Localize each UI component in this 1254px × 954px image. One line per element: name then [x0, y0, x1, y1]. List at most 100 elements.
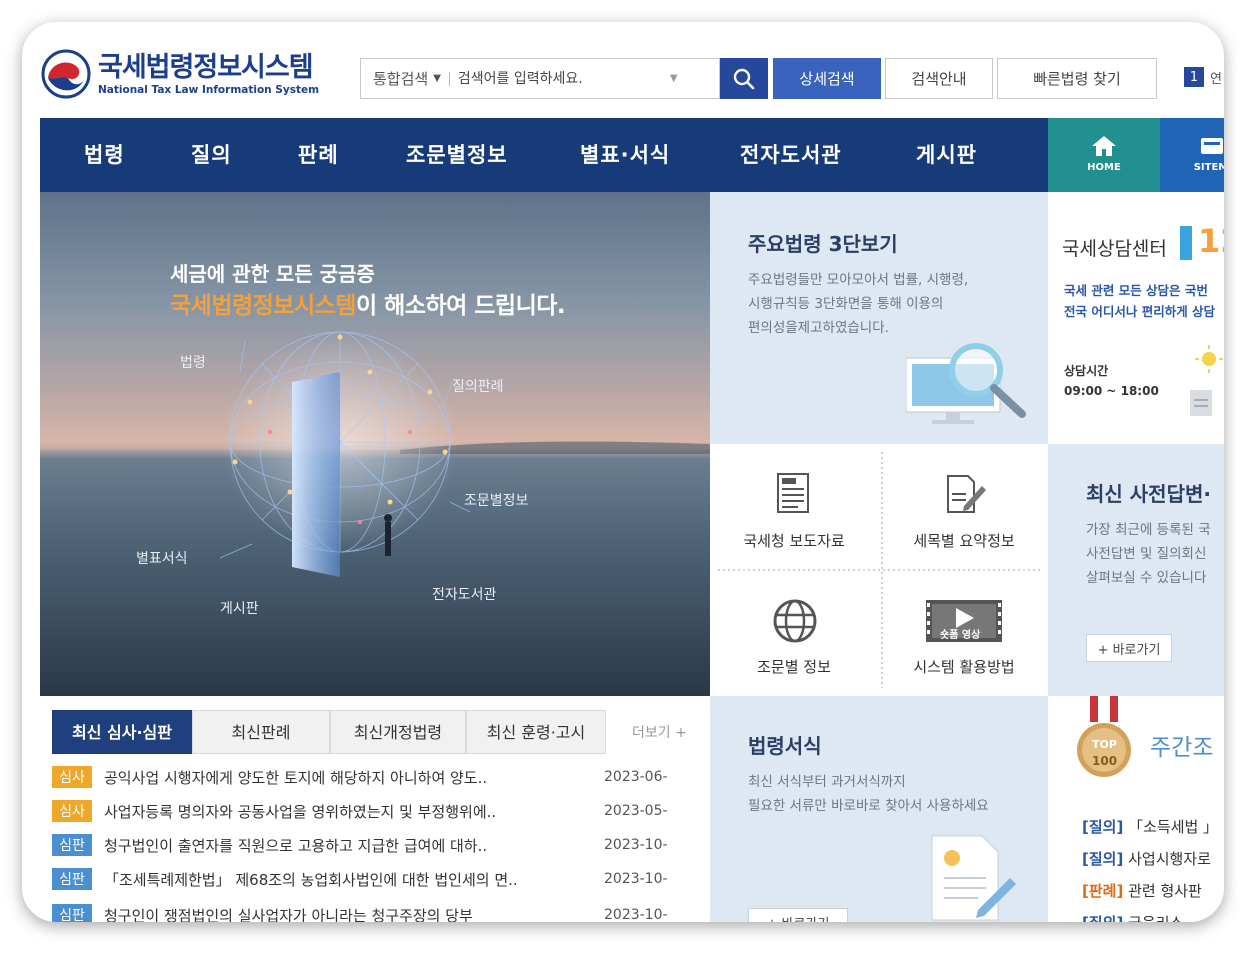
three-step-view-panel[interactable]: 주요법령 3단보기 주요법령들만 모아모아서 법률, 시행령, 시행규칙등 3단…: [710, 192, 1048, 444]
ruling-desc-line: 가장 최근에 등록된 국: [1086, 522, 1211, 538]
news-tabs: 최신 심사·심판 최신판례 최신개정법령 최신 훈령·고시: [52, 710, 606, 754]
category-badge: 심판: [52, 834, 92, 856]
news-title: 공익사업 시행자에게 양도한 토지에 해당하지 아니하여 양도..: [104, 768, 488, 787]
hero-label-article: 조문별정보: [464, 493, 529, 509]
weekly-row[interactable]: [질의] 사업시행자로: [1082, 848, 1211, 869]
weekly-top-panel[interactable]: TOP 100 주간조 [질의] 「소득세법 」 [질의] 사업시행자로 [판례…: [1048, 696, 1224, 922]
nav-item-board[interactable]: 게시판: [916, 118, 977, 192]
tab-latest-review[interactable]: 최신 심사·심판: [52, 710, 192, 754]
tax-counsel-panel[interactable]: 국세상담센터 12 국세 관련 모든 상담은 국번 전국 어디서나 편리하게 상…: [1048, 192, 1224, 444]
quick-article-info[interactable]: 조문별 정보: [710, 570, 878, 696]
latest-ruling-panel[interactable]: 최신 사전답변· 가장 최근에 등록된 국 사전답변 및 질의회신 살펴보실 수…: [1048, 444, 1224, 696]
promo-desc: 주요법령들만 모아모아서 법률, 시행령, 시행규칙등 3단화면을 통해 이용의…: [748, 268, 968, 340]
ruling-goto-button[interactable]: + 바로가기: [1086, 634, 1172, 662]
nav-item-precedent[interactable]: 판례: [298, 118, 339, 192]
weekly-tag: [질의]: [1082, 818, 1124, 836]
law-forms-panel[interactable]: 법령서식 최신 서식부터 과거서식까지 필요한 서류만 바로바로 찾아서 사용하…: [710, 696, 1048, 922]
hero-label-board: 게시판: [220, 601, 259, 617]
news-row[interactable]: 심판 청구인이 쟁점법인의 실사업자가 아니라는 청구주장의 당부 2023-1…: [52, 898, 692, 922]
quick-label: 세목별 요약정보: [913, 532, 1015, 550]
news-date: 2023-06-: [604, 769, 668, 785]
medal-top-label: TOP: [1092, 738, 1117, 751]
tab-latest-amended-law[interactable]: 최신개정법령: [330, 710, 466, 754]
news-title: 청구법인이 출연자를 직원으로 고용하고 지급한 급여에 대하..: [104, 836, 488, 855]
hero-line2-rest: 이 해소하여 드립니다.: [355, 293, 566, 319]
hero-illustration: [40, 331, 710, 577]
tab-latest-directive[interactable]: 최신 훈령·고시: [466, 710, 606, 754]
promo-title: 주요법령 3단보기: [748, 232, 898, 256]
tab-latest-precedent[interactable]: 최신판례: [192, 710, 330, 754]
news-row[interactable]: 심판 「조세특례제한법」 제68조의 농업회사법인에 대한 법인세의 면.. 2…: [52, 862, 692, 896]
document-edit-icon: [947, 475, 986, 513]
main-nav: 법령 질의 판례 조문별정보 별표·서식 전자도서관 게시판 HOME SITE…: [40, 118, 1224, 192]
nav-item-library[interactable]: 전자도서관: [740, 118, 842, 192]
quick-label: 조문별 정보: [757, 658, 831, 676]
search-box: 통합검색 ▼ ▼: [360, 58, 720, 99]
nav-item-article-info[interactable]: 조문별정보: [406, 118, 508, 192]
forms-title: 법령서식: [748, 734, 822, 758]
home-icon: [1092, 136, 1116, 156]
quick-menu-grid: 국세청 보도자료 세목별 요약정보 조문별 정보 숏폼 영상 시스템 활용방법: [710, 444, 1048, 696]
search-button[interactable]: [720, 58, 768, 99]
quick-law-button[interactable]: 빠른법령 찾기: [997, 58, 1157, 99]
counsel-desc-line: 전국 어디서나 편리하게 상담: [1064, 304, 1216, 319]
chevron-down-icon[interactable]: ▼: [670, 73, 678, 84]
form-document-icon: [931, 835, 1016, 921]
ruling-title: 최신 사전답변·: [1086, 482, 1211, 506]
weekly-tag: [판례]: [1082, 882, 1124, 900]
news-row[interactable]: 심사 사업자등록 명의자와 공동사업을 영위하였는지 및 부정행위에.. 202…: [52, 794, 692, 828]
search-guide-button[interactable]: 검색안내: [885, 58, 993, 99]
weekly-text: 금융리스: [1128, 914, 1183, 922]
monitor-search-icon: [906, 343, 1026, 424]
nav-item-inquiry[interactable]: 질의: [191, 118, 232, 192]
ruling-desc: 가장 최근에 등록된 국 사전답변 및 질의회신 살펴보실 수 있습니다: [1086, 518, 1211, 590]
category-badge: 심판: [52, 904, 92, 922]
short-video-badge: 숏폼 영상: [940, 630, 981, 641]
news-date: 2023-10-: [604, 837, 668, 853]
quick-press-release[interactable]: 국세청 보도자료: [710, 444, 878, 570]
hero-banner[interactable]: 세금에 관한 모든 궁금증 국세법령정보시스템이 해소하여 드립니다. 법령 질…: [40, 192, 710, 696]
hero-line2-highlight: 국세법령정보시스템: [170, 293, 356, 319]
news-title: 청구인이 쟁점법인의 실사업자가 아니라는 청구주장의 당부: [104, 906, 473, 923]
quick-tax-summary[interactable]: 세목별 요약정보: [880, 444, 1048, 570]
search-input[interactable]: [457, 70, 658, 87]
weekly-row[interactable]: [질의] 금융리스: [1082, 912, 1183, 922]
home-label: HOME: [1087, 162, 1121, 173]
news-row[interactable]: 심판 청구법인이 출연자를 직원으로 고용하고 지급한 급여에 대하.. 202…: [52, 828, 692, 862]
browser-frame: 국세법령정보시스템 National Tax Law Information S…: [22, 22, 1224, 922]
weekly-row[interactable]: [판례] 관련 형사판: [1082, 880, 1202, 901]
ruling-desc-line: 사전답변 및 질의회신: [1086, 546, 1207, 562]
newspaper-icon: [777, 473, 809, 513]
sitemap-button[interactable]: SITEM: [1160, 118, 1224, 192]
divider: [448, 71, 450, 86]
nav-item-law[interactable]: 법령: [84, 118, 125, 192]
taegeuk-logo-icon: [41, 49, 91, 99]
hero-label-law: 법령: [180, 355, 206, 371]
forms-desc: 최신 서식부터 과거서식까지 필요한 서류만 바로바로 찾아서 사용하세요: [748, 770, 989, 818]
site-logo[interactable]: 국세법령정보시스템 National Tax Law Information S…: [40, 48, 319, 100]
caret-down-icon: ▼: [433, 73, 441, 84]
sitemap-label: SITEM: [1193, 162, 1224, 173]
nav-item-forms[interactable]: 별표·서식: [580, 118, 670, 192]
counsel-desc: 국세 관련 모든 상담은 국번 전국 어디서나 편리하게 상담: [1064, 280, 1215, 322]
category-badge: 심판: [52, 868, 92, 890]
hero-label-inquiry: 질의판례: [452, 379, 504, 395]
advanced-search-button[interactable]: 상세검색: [773, 58, 881, 99]
hero-line1: 세금에 관한 모든 궁금증: [170, 262, 375, 286]
counsel-number-bar: [1180, 226, 1192, 260]
weekly-row[interactable]: [질의] 「소득세법 」: [1082, 816, 1218, 837]
category-badge: 심사: [52, 800, 92, 822]
weekly-tag: [질의]: [1082, 914, 1123, 922]
forms-goto-button[interactable]: + 바로가기: [748, 908, 848, 922]
more-link[interactable]: 더보기 +: [632, 722, 687, 742]
logo-title: 국세법령정보시스템: [98, 51, 314, 83]
quick-label: 국세청 보도자료: [743, 532, 845, 550]
search-scope-select[interactable]: 통합검색 ▼: [361, 68, 441, 89]
banner-page-number[interactable]: 1: [1184, 67, 1204, 87]
news-row[interactable]: 심사 공익사업 시행자에게 양도한 토지에 해당하지 아니하여 양도.. 202…: [52, 760, 692, 794]
home-button[interactable]: HOME: [1048, 118, 1160, 192]
promo-desc-line: 주요법령들만 모아모아서 법률, 시행령,: [748, 272, 969, 288]
counsel-hours: 09:00 ~ 18:00: [1064, 384, 1159, 398]
hero-label-forms: 별표서식: [136, 551, 188, 567]
quick-system-guide[interactable]: 숏폼 영상 시스템 활용방법: [880, 570, 1048, 696]
